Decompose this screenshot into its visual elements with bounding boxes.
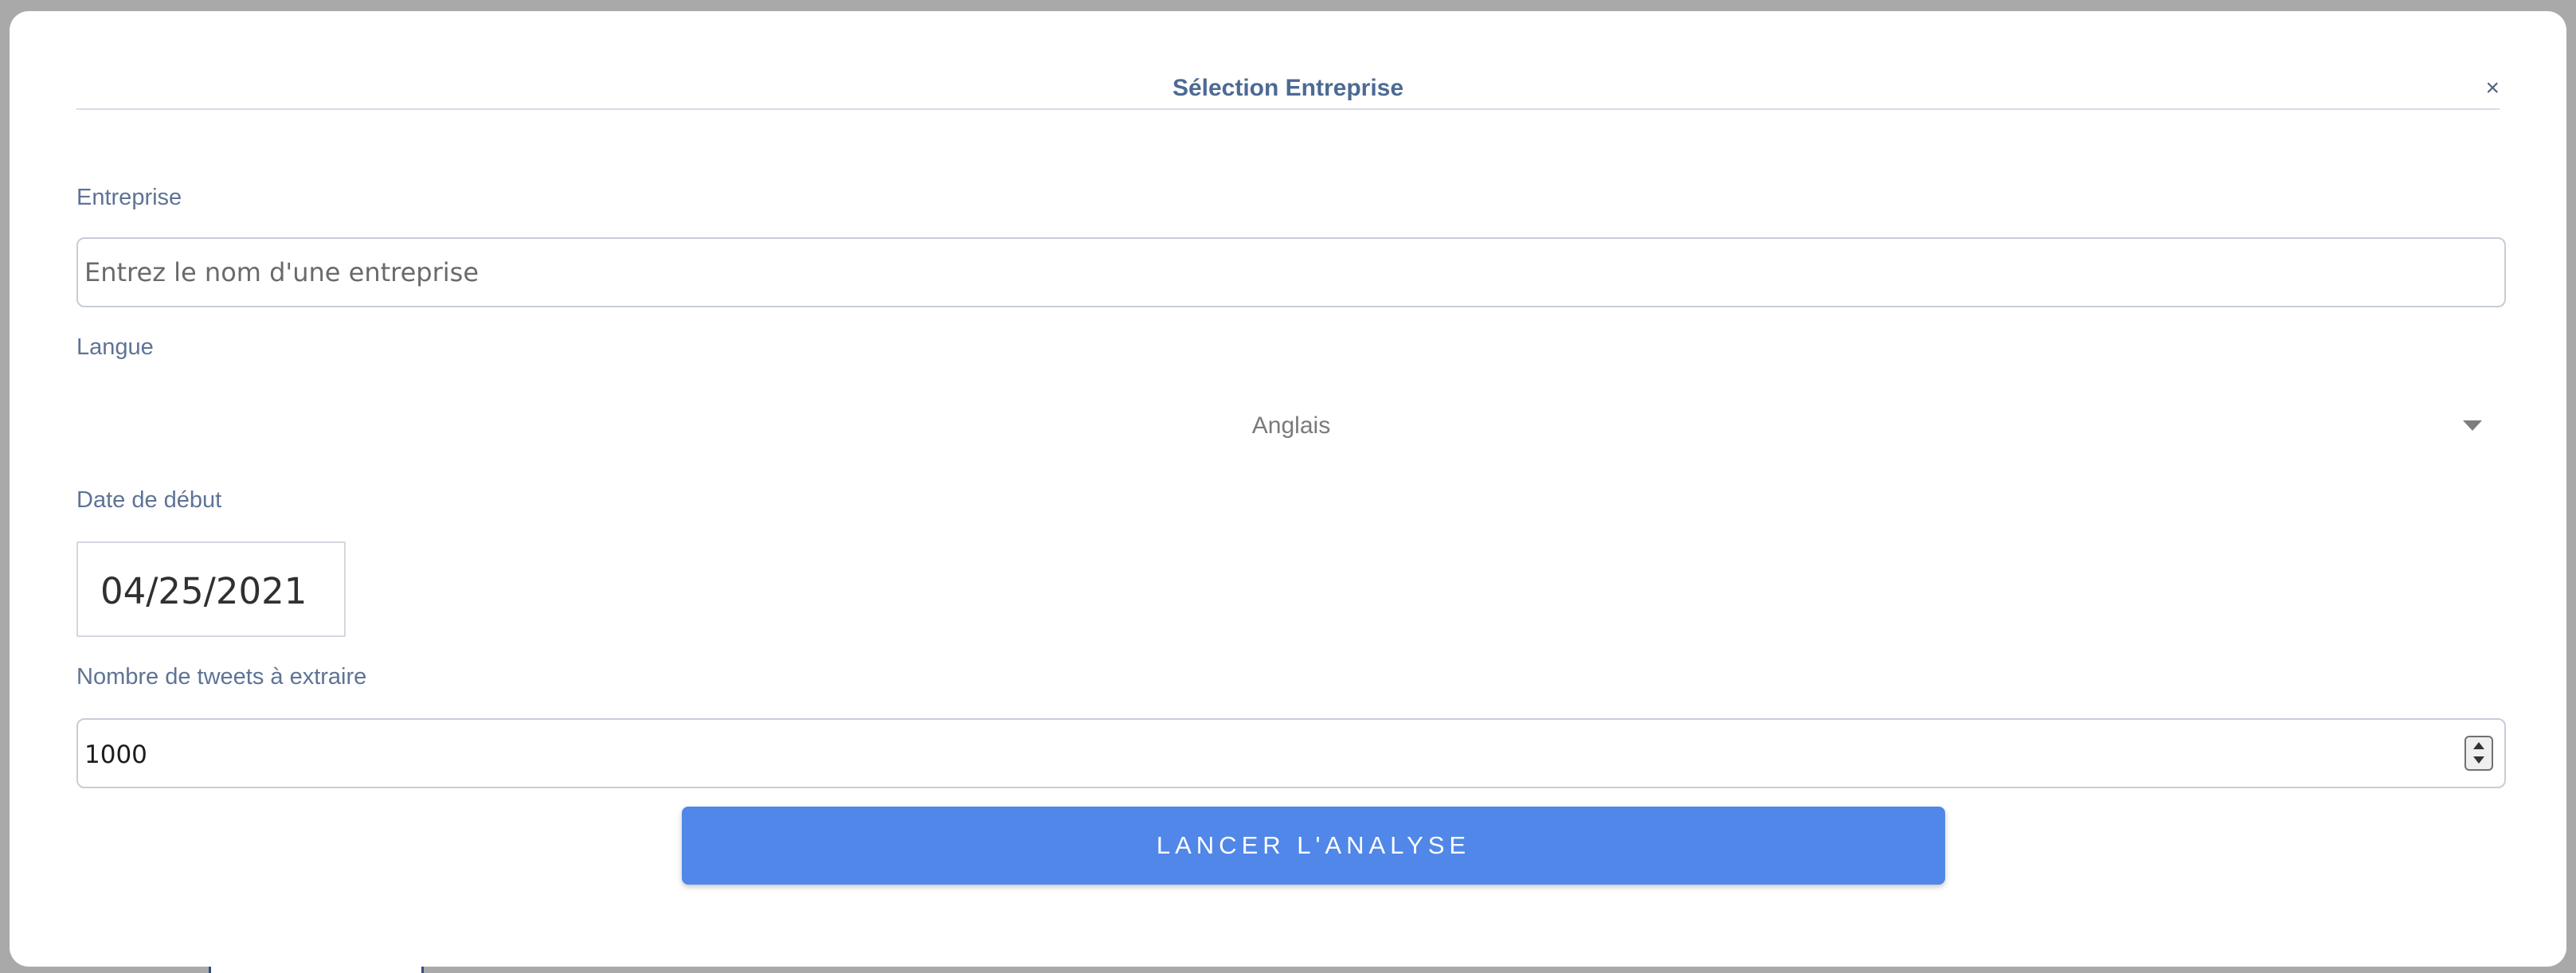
start-date-label: Date de début — [76, 487, 222, 513]
spinner-icon[interactable] — [2464, 736, 2493, 771]
language-label: Langue — [76, 334, 154, 360]
chevron-down-icon — [2463, 420, 2482, 431]
close-icon: × — [2485, 75, 2500, 101]
launch-analysis-button[interactable]: LANCER L'ANALYSE — [682, 807, 1945, 885]
modal-title: Sélection Entreprise — [1172, 75, 1404, 101]
language-select[interactable]: Anglais — [76, 392, 2506, 462]
tweet-count-input[interactable]: 1000 — [76, 718, 2506, 788]
company-selection-modal: Sélection Entreprise × Entreprise Langue… — [10, 11, 2566, 967]
start-date-value: 04/25/2021 — [100, 570, 307, 612]
modal-header: Sélection Entreprise × — [76, 11, 2500, 110]
company-input[interactable] — [76, 237, 2506, 307]
tweet-count-label: Nombre de tweets à extraire — [76, 664, 367, 690]
company-label: Entreprise — [76, 185, 182, 210]
start-date-input[interactable]: 04/25/2021 — [76, 541, 346, 637]
language-selected-value: Anglais — [1251, 412, 1331, 439]
close-button[interactable]: × — [2485, 76, 2500, 100]
tweet-count-value: 1000 — [84, 740, 147, 769]
